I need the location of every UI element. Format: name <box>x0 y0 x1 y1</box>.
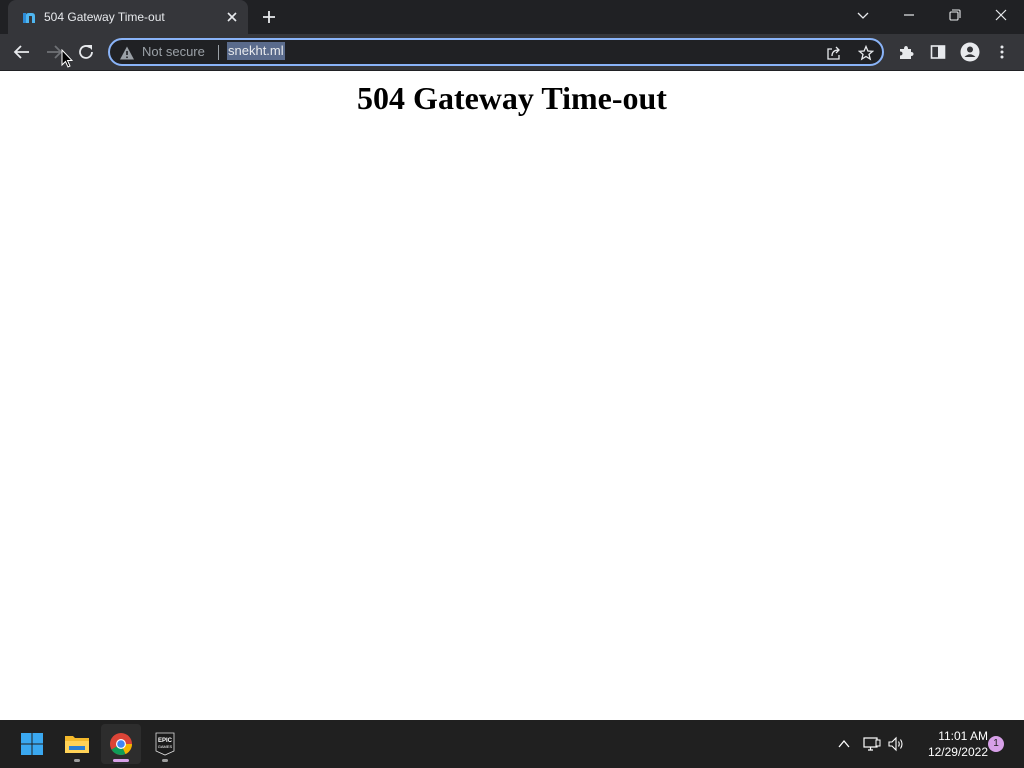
epic-games-icon[interactable]: EPIC GAMES <box>145 724 185 764</box>
page-content: 504 Gateway Time-out <box>0 71 1024 720</box>
chrome-icon[interactable] <box>101 724 141 764</box>
volume-icon[interactable] <box>887 734 907 754</box>
close-icon[interactable] <box>978 0 1024 30</box>
svg-text:GAMES: GAMES <box>158 744 173 749</box>
windows-start-icon[interactable] <box>12 724 52 764</box>
share-icon[interactable] <box>824 43 844 63</box>
taskbar: EPIC GAMES 11:01 AM 12/29/2022 1 <box>0 720 1024 768</box>
clock-time: 11:01 AM <box>938 729 988 743</box>
network-icon[interactable] <box>862 734 882 754</box>
tab-search-icon[interactable] <box>840 0 886 30</box>
tab-close-icon[interactable] <box>224 9 240 25</box>
mouse-cursor-icon <box>61 49 73 68</box>
address-bar[interactable]: Not secure snekht.ml <box>108 38 884 66</box>
app-running-indicator <box>74 759 80 762</box>
restore-icon[interactable] <box>932 0 978 30</box>
url-text[interactable]: snekht.ml <box>227 42 285 60</box>
minimize-icon[interactable] <box>886 0 932 30</box>
system-clock[interactable]: 11:01 AM 12/29/2022 <box>912 728 988 760</box>
new-tab-icon[interactable] <box>258 6 280 28</box>
folder-icon[interactable] <box>57 724 97 764</box>
n-favicon-icon <box>23 13 35 23</box>
star-icon[interactable] <box>856 43 876 63</box>
reload-icon[interactable] <box>72 38 100 66</box>
browser-tab[interactable]: 504 Gateway Time-out <box>8 0 248 34</box>
kebab-menu-icon[interactable] <box>988 38 1016 66</box>
error-heading: 504 Gateway Time-out <box>357 80 667 116</box>
clock-date: 12/29/2022 <box>927 745 988 759</box>
app-running-indicator <box>162 759 168 762</box>
title-bar: 504 Gateway Time-out <box>0 0 1024 34</box>
tab-title: 504 Gateway Time-out <box>44 10 165 24</box>
warning-icon[interactable] <box>119 45 135 61</box>
browser-toolbar: Not secure snekht.ml <box>0 34 1024 71</box>
side-panel-icon[interactable] <box>924 38 952 66</box>
profile-icon[interactable] <box>956 38 984 66</box>
notification-badge[interactable]: 1 <box>988 736 1004 752</box>
show-hidden-icons-chevron-icon[interactable] <box>834 734 854 754</box>
back-arrow-icon[interactable] <box>8 38 36 66</box>
security-label[interactable]: Not secure <box>142 44 205 60</box>
puzzle-icon[interactable] <box>892 38 920 66</box>
omnibox-divider <box>218 45 219 60</box>
app-active-indicator <box>113 759 129 762</box>
